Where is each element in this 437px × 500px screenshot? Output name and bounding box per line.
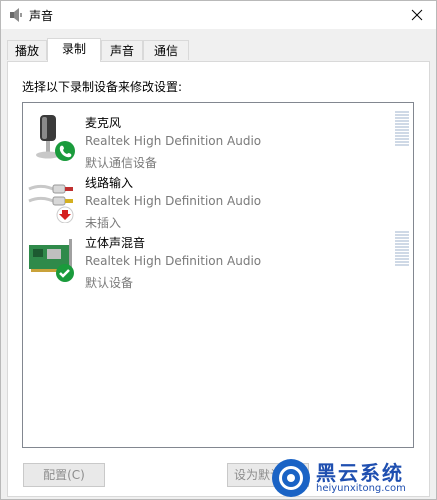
- device-name: 立体声混音: [85, 236, 146, 250]
- watermark-title: 黑云系统: [316, 461, 404, 485]
- window-title: 声音: [29, 9, 54, 23]
- watermark-logo-icon: [272, 459, 310, 497]
- close-button[interactable]: [398, 1, 436, 29]
- device-name: 麦克风: [85, 116, 122, 130]
- sound-card-icon: [29, 239, 74, 282]
- sound-dialog: 声音 播放 录制 声音 通信 选择以下录制设备来修改设置: 麦克风 Realte…: [0, 0, 437, 500]
- tab-sounds[interactable]: 声音: [101, 40, 143, 60]
- tab-communications[interactable]: 通信: [143, 40, 189, 60]
- device-item-line-in[interactable]: 线路输入 Realtek High Definition Audio 未插入: [23, 167, 413, 230]
- device-name: 线路输入: [85, 176, 134, 190]
- level-meter: [395, 111, 409, 147]
- tab-recording[interactable]: 录制: [47, 38, 101, 62]
- device-driver: Realtek High Definition Audio: [85, 194, 262, 208]
- device-item-stereo-mix[interactable]: 立体声混音 Realtek High Definition Audio 默认设备: [23, 227, 413, 290]
- device-driver: Realtek High Definition Audio: [85, 134, 262, 148]
- microphone-icon: [36, 115, 75, 161]
- device-list: 麦克风 Realtek High Definition Audio 默认通信设备: [22, 102, 414, 448]
- level-meter: [395, 231, 409, 267]
- device-item-microphone[interactable]: 麦克风 Realtek High Definition Audio 默认通信设备: [23, 107, 413, 170]
- device-status: 默认设备: [85, 276, 134, 290]
- speaker-icon: [10, 8, 22, 22]
- instruction-text: 选择以下录制设备来修改设置:: [22, 80, 183, 94]
- watermark: 黑云系统 heiyunxitong.com: [270, 457, 436, 499]
- line-in-cable-icon: [28, 184, 74, 223]
- unplugged-arrow-icon: [56, 206, 74, 223]
- watermark-url: heiyunxitong.com: [316, 483, 406, 494]
- device-driver: Realtek High Definition Audio: [85, 254, 262, 268]
- phone-badge-icon: [55, 141, 75, 161]
- title-bar: 声音: [1, 1, 436, 29]
- close-icon: [411, 9, 423, 21]
- configure-button[interactable]: 配置(C): [23, 463, 105, 487]
- checkmark-badge-icon: [56, 264, 74, 282]
- tab-playback[interactable]: 播放: [7, 40, 47, 60]
- recording-panel: 选择以下录制设备来修改设置: 麦克风 Realtek High Definiti…: [7, 61, 430, 497]
